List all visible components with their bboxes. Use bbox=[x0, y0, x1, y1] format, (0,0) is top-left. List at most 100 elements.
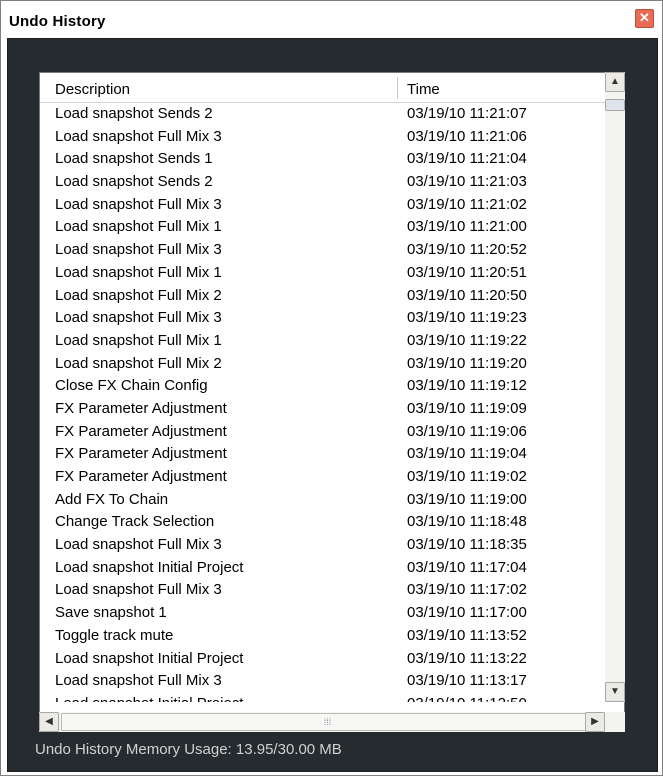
list-rows: Load snapshot Sends 2 03/19/10 11:21:07 Lo… bbox=[40, 102, 620, 702]
row-description: Load snapshot Sends 2 bbox=[55, 173, 213, 191]
chevron-left-icon[interactable]: ◀ bbox=[39, 712, 59, 732]
table-row[interactable]: Load snapshot Sends 2 03/19/10 11:21:07 bbox=[40, 102, 620, 125]
row-time: 03/19/10 11:21:04 bbox=[407, 150, 527, 168]
row-time: 03/19/10 11:19:22 bbox=[407, 331, 527, 349]
window-title: Undo History bbox=[9, 13, 106, 30]
table-row[interactable]: Load snapshot Full Mix 3 03/19/10 11:21:0… bbox=[40, 125, 620, 148]
table-row[interactable]: Load snapshot Full Mix 3 03/19/10 11:13:1… bbox=[40, 669, 620, 692]
horizontal-scroll-thumb[interactable]: ⁞⁞⁞ bbox=[61, 713, 594, 731]
table-row[interactable]: FX Parameter Adjustment 03/19/10 11:19:09 bbox=[40, 397, 620, 420]
row-description: Load snapshot Full Mix 3 bbox=[55, 241, 222, 259]
row-description: Add FX To Chain bbox=[55, 490, 169, 508]
row-time: 03/19/10 11:13:22 bbox=[407, 649, 527, 667]
table-row[interactable]: Load snapshot Full Mix 3 03/19/10 11:20:5… bbox=[40, 238, 620, 261]
chevron-down-icon[interactable]: ▼ bbox=[605, 682, 625, 702]
table-row[interactable]: Save snapshot 1 03/19/10 11:17:00 bbox=[40, 601, 620, 624]
row-time: 03/19/10 11:21:00 bbox=[407, 218, 527, 236]
row-time: 03/19/10 11:19:06 bbox=[407, 422, 527, 440]
table-row[interactable]: FX Parameter Adjustment 03/19/10 11:19:04 bbox=[40, 442, 620, 465]
table-row[interactable]: Load snapshot Sends 2 03/19/10 11:21:03 bbox=[40, 170, 620, 193]
row-description: Load snapshot Full Mix 3 bbox=[55, 581, 222, 599]
row-time: 03/19/10 11:19:20 bbox=[407, 354, 527, 372]
row-description: Load snapshot Sends 2 bbox=[55, 105, 213, 122]
row-time: 03/19/10 11:20:51 bbox=[407, 263, 527, 281]
row-time: 03/19/10 11:18:48 bbox=[407, 513, 527, 531]
row-time: 03/19/10 11:19:04 bbox=[407, 445, 527, 463]
row-description: Load snapshot Full Mix 2 bbox=[55, 354, 222, 372]
table-row[interactable]: Load snapshot Full Mix 2 03/19/10 11:20:5… bbox=[40, 284, 620, 307]
row-description: FX Parameter Adjustment bbox=[55, 468, 227, 485]
row-description: Load snapshot Full Mix 3 bbox=[55, 672, 222, 690]
row-description: Load snapshot Full Mix 3 bbox=[55, 309, 222, 327]
row-description: Load snapshot Full Mix 1 bbox=[55, 331, 222, 349]
row-time: 03/19/10 11:20:50 bbox=[407, 286, 527, 304]
vertical-scroll-thumb[interactable] bbox=[605, 99, 625, 111]
row-description: Load snapshot Full Mix 3 bbox=[55, 127, 222, 145]
table-row[interactable]: Load snapshot Full Mix 3 03/19/10 11:17:0… bbox=[40, 578, 620, 601]
table-row[interactable]: Load snapshot Full Mix 3 03/19/10 11:19:2… bbox=[40, 306, 620, 329]
row-time: 03/19/10 11:17:02 bbox=[407, 581, 527, 599]
table-row[interactable]: Load snapshot Full Mix 1 03/19/10 11:20:5… bbox=[40, 261, 620, 284]
table-row[interactable]: Add FX To Chain 03/19/10 11:19:00 bbox=[40, 488, 620, 511]
undo-history-list[interactable]: Description Time Load snapshot Sends 2 03… bbox=[39, 72, 625, 732]
list-header: Description Time bbox=[40, 73, 624, 103]
row-description: Load snapshot Full Mix 1 bbox=[55, 218, 222, 236]
row-time: 03/19/10 11:13:17 bbox=[407, 672, 527, 690]
table-row[interactable]: Close FX Chain Config 03/19/10 11:19:12 bbox=[40, 374, 620, 397]
table-row[interactable]: Load snapshot Full Mix 1 03/19/10 11:21:0… bbox=[40, 215, 620, 238]
row-description: Save snapshot 1 bbox=[55, 604, 167, 622]
row-time: 03/19/10 11:20:52 bbox=[407, 241, 527, 259]
title-bar[interactable]: Undo History ✕ bbox=[3, 3, 660, 38]
table-row[interactable]: Load snapshot Sends 1 03/19/10 11:21:04 bbox=[40, 147, 620, 170]
horizontal-scrollbar[interactable]: ◀ ⁞⁞⁞ ▶ bbox=[39, 712, 625, 732]
row-time: 03/19/10 11:21:02 bbox=[407, 195, 527, 213]
column-header-time[interactable]: Time bbox=[407, 73, 440, 103]
row-time: 03/19/10 11:21:03 bbox=[407, 173, 527, 191]
table-row[interactable]: Load snapshot Initial Project 03/19/10 11… bbox=[40, 647, 620, 670]
row-time: 03/19/10 11:17:04 bbox=[407, 558, 527, 576]
row-description: Load snapshot Initial Project bbox=[55, 695, 243, 702]
row-time: 03/19/10 11:21:07 bbox=[407, 105, 527, 122]
memory-usage-status: Undo History Memory Usage: 13.95/30.00 M… bbox=[35, 741, 342, 758]
table-row[interactable]: Change Track Selection 03/19/10 11:18:48 bbox=[40, 510, 620, 533]
row-time: 03/19/10 11:12:50 bbox=[407, 695, 527, 702]
row-time: 03/19/10 11:13:52 bbox=[407, 626, 527, 644]
row-description: Load snapshot Full Mix 3 bbox=[55, 536, 222, 554]
row-description: Load snapshot Sends 1 bbox=[55, 150, 213, 168]
undo-history-window: Undo History ✕ Description Time Load sna… bbox=[0, 0, 663, 776]
table-row[interactable]: FX Parameter Adjustment 03/19/10 11:19:06 bbox=[40, 420, 620, 443]
chevron-right-icon[interactable]: ▶ bbox=[585, 712, 605, 732]
row-description: Load snapshot Full Mix 1 bbox=[55, 263, 222, 281]
row-time: 03/19/10 11:19:09 bbox=[407, 399, 527, 417]
table-row[interactable]: Load snapshot Full Mix 3 03/19/10 11:21:0… bbox=[40, 193, 620, 216]
row-description: FX Parameter Adjustment bbox=[55, 445, 227, 463]
row-description: Load snapshot Full Mix 3 bbox=[55, 195, 222, 213]
row-time: 03/19/10 11:21:06 bbox=[407, 127, 527, 145]
column-header-description[interactable]: Description bbox=[55, 73, 130, 103]
table-row[interactable]: Load snapshot Full Mix 1 03/19/10 11:19:2… bbox=[40, 329, 620, 352]
chevron-up-icon[interactable]: ▲ bbox=[605, 72, 625, 92]
row-time: 03/19/10 11:17:00 bbox=[407, 604, 527, 622]
row-description: Change Track Selection bbox=[55, 513, 215, 531]
row-description: FX Parameter Adjustment bbox=[55, 422, 227, 440]
row-description: Toggle track mute bbox=[55, 626, 174, 644]
table-row[interactable]: Load snapshot Initial Project 03/19/10 11… bbox=[40, 556, 620, 579]
vertical-scrollbar[interactable]: ▲ ▼ bbox=[605, 72, 625, 702]
table-row[interactable]: Load snapshot Initial Project 03/19/10 11… bbox=[40, 692, 620, 702]
row-time: 03/19/10 11:19:12 bbox=[407, 377, 527, 395]
table-row[interactable]: Load snapshot Full Mix 2 03/19/10 11:19:2… bbox=[40, 352, 620, 375]
table-row[interactable]: Load snapshot Full Mix 3 03/19/10 11:18:3… bbox=[40, 533, 620, 556]
row-time: 03/19/10 11:18:35 bbox=[407, 536, 527, 554]
row-description: Load snapshot Full Mix 2 bbox=[55, 286, 222, 304]
row-description: Load snapshot Initial Project bbox=[55, 649, 244, 667]
row-time: 03/19/10 11:19:23 bbox=[407, 309, 527, 327]
row-description: FX Parameter Adjustment bbox=[55, 399, 227, 417]
row-time: 03/19/10 11:19:00 bbox=[407, 490, 527, 508]
column-divider[interactable] bbox=[397, 77, 398, 99]
table-row[interactable]: Toggle track mute 03/19/10 11:13:52 bbox=[40, 624, 620, 647]
close-icon[interactable]: ✕ bbox=[635, 9, 654, 28]
row-time: 03/19/10 11:19:02 bbox=[407, 468, 527, 485]
table-row[interactable]: FX Parameter Adjustment 03/19/10 11:19:02 bbox=[40, 465, 620, 488]
row-description: Close FX Chain Config bbox=[55, 377, 208, 395]
row-description: Load snapshot Initial Project bbox=[55, 558, 244, 576]
